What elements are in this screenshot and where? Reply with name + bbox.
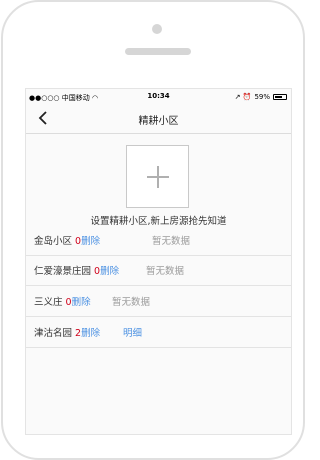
community-entry: 津沽名园 2删除 bbox=[34, 325, 100, 339]
list-item: 津沽名园 2删除 明细 bbox=[26, 317, 291, 348]
community-entry: 金岛小区 0删除 bbox=[34, 233, 100, 247]
navigation-bar: 精耕小区 bbox=[26, 105, 291, 134]
earpiece-speaker bbox=[125, 48, 191, 55]
details-link[interactable]: 明细 bbox=[123, 325, 142, 339]
delete-button[interactable]: 删除 bbox=[81, 236, 100, 247]
community-name: 津沽名园 bbox=[34, 328, 76, 339]
community-entry: 仁爱濠景庄园 0删除 bbox=[34, 263, 119, 277]
app-screen: ●●○○○ 中国移动 ◠ 10:34 ↗ ⏰ 59% 精耕小区 设置精耕小区,新… bbox=[25, 88, 292, 435]
delete-button[interactable]: 删除 bbox=[100, 266, 119, 277]
plus-icon bbox=[146, 165, 169, 188]
add-community-button[interactable] bbox=[126, 145, 189, 208]
status-text: 暂无数据 bbox=[152, 236, 191, 247]
community-name: 金岛小区 bbox=[34, 236, 76, 247]
community-name: 三义庄 bbox=[34, 297, 66, 308]
status-icons: ↗ ⏰ bbox=[234, 93, 252, 101]
list-item: 仁爱濠景庄园 0删除 暂无数据 bbox=[26, 255, 291, 286]
list-item: 三义庄 0删除 暂无数据 bbox=[26, 286, 291, 317]
status-bar: ●●○○○ 中国移动 ◠ 10:34 ↗ ⏰ 59% bbox=[26, 89, 291, 105]
community-entry: 三义庄 0删除 bbox=[34, 294, 91, 308]
status-right: ↗ ⏰ 59% bbox=[235, 93, 287, 101]
phone-frame: ●●○○○ 中国移动 ◠ 10:34 ↗ ⏰ 59% 精耕小区 设置精耕小区,新… bbox=[1, 0, 305, 460]
front-camera bbox=[152, 24, 162, 34]
list-item: 金岛小区 0删除 暂无数据 bbox=[26, 225, 291, 256]
page-title: 精耕小区 bbox=[138, 116, 179, 127]
status-text: 暂无数据 bbox=[146, 266, 185, 277]
community-name: 仁爱濠景庄园 bbox=[34, 266, 95, 277]
status-text: 暂无数据 bbox=[112, 297, 151, 308]
battery-percent: 59% bbox=[254, 93, 270, 101]
battery-icon bbox=[273, 94, 287, 100]
delete-button[interactable]: 删除 bbox=[81, 328, 100, 339]
delete-button[interactable]: 删除 bbox=[72, 297, 91, 308]
